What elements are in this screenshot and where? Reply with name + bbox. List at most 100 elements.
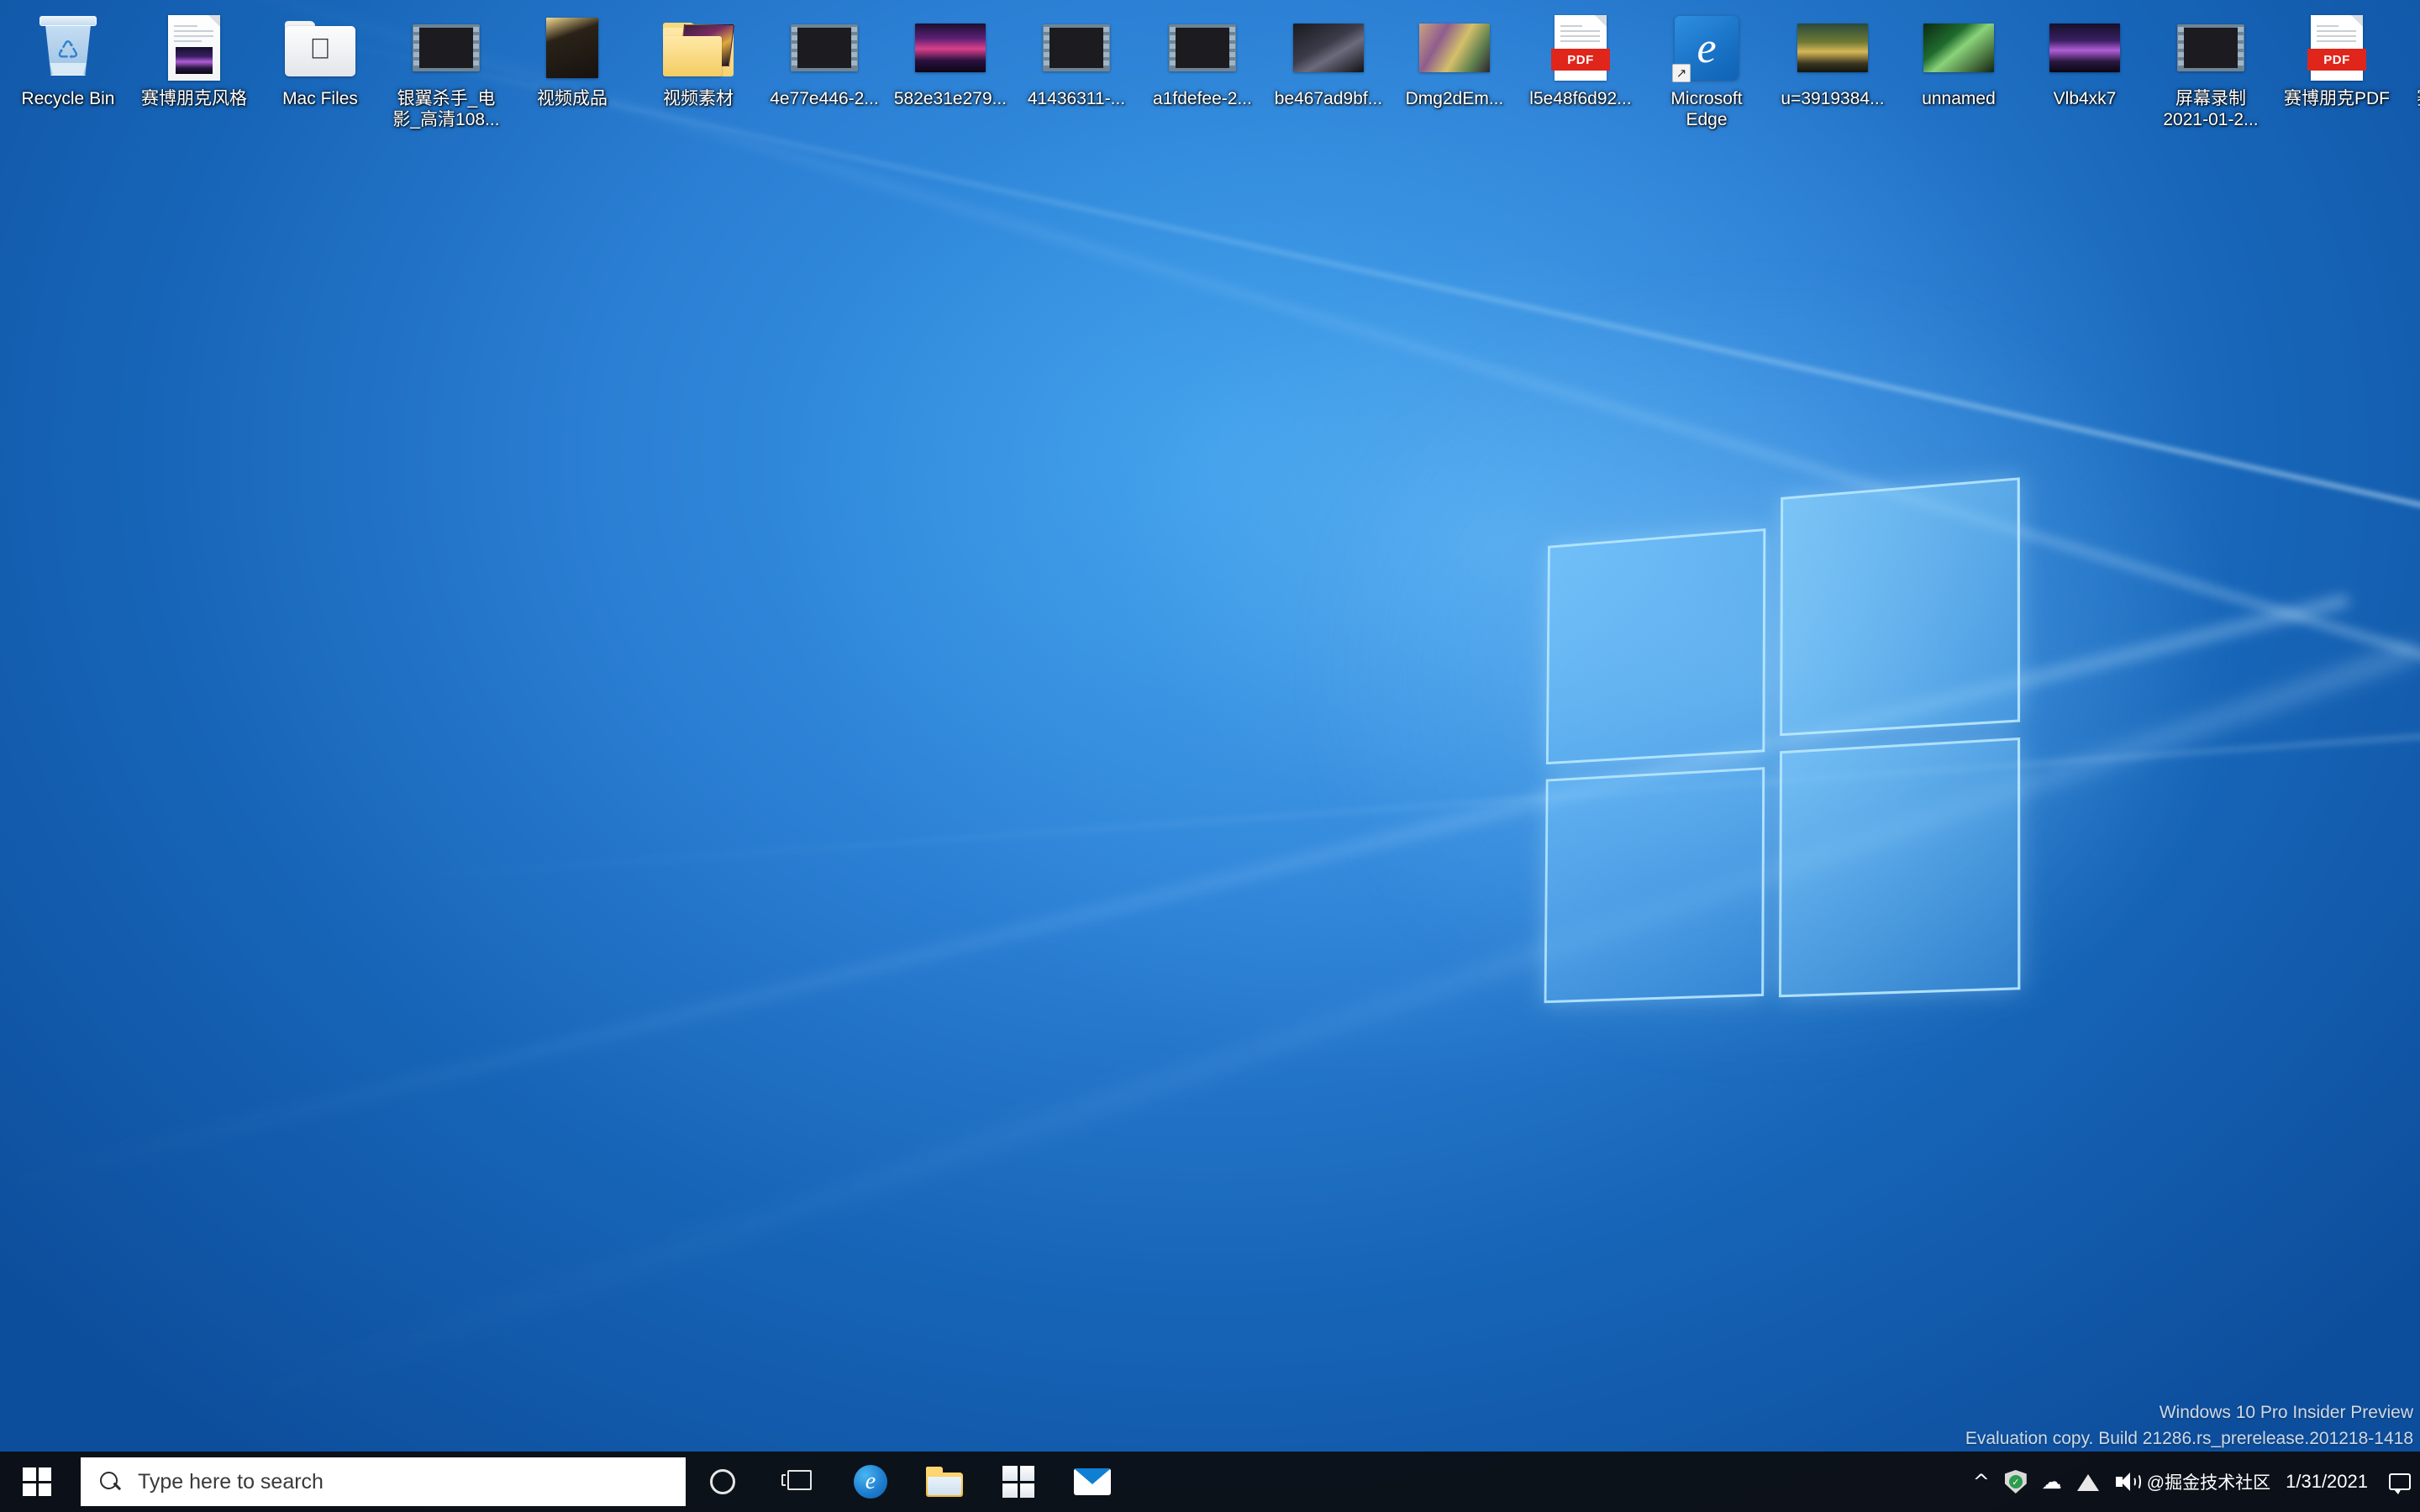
tray-network-button[interactable] <box>2070 1452 2107 1512</box>
image-file-icon <box>1923 12 1995 84</box>
clock-date: 1/31/2021 <box>2286 1470 2368 1492</box>
pdf-file-icon: PDF <box>1544 12 1617 84</box>
desktop-icon-label: 赛博朋克PDF <box>2284 89 2390 108</box>
image-file-icon <box>1418 12 1491 84</box>
desktop-icon-582e31e279-image[interactable]: 582e31e279... <box>887 5 1013 144</box>
desktop-icon-dmg2dem-image[interactable]: Dmg2dEm... <box>1392 5 1518 144</box>
apple-logo-icon:  <box>309 34 331 63</box>
video-file-icon <box>1166 12 1239 84</box>
notification-icon <box>2389 1473 2411 1494</box>
desktop-icon-be467ad9bf-image[interactable]: be467ad9bf... <box>1265 5 1392 144</box>
desktop-icon-label: unnamed <box>1922 89 1996 108</box>
desktop-icon-a1fdefee-video[interactable]: a1fdefee-2... <box>1139 5 1265 144</box>
document-thumbnail-icon <box>158 12 230 84</box>
desktop-icon-blade-runner-video[interactable]: 银翼杀手_电 影_高清108... <box>383 5 509 144</box>
desktop-icon-label: Microsoft Edge <box>1670 89 1743 129</box>
desktop-icon-label: a1fdefee-2... <box>1153 89 1252 108</box>
cortana-icon <box>710 1469 735 1494</box>
desktop-icon-l5e48f6d92-pdf[interactable]: PDF l5e48f6d92... <box>1518 5 1644 144</box>
tray-windows-security-button[interactable]: ✓ <box>1997 1452 2034 1512</box>
video-file-icon <box>410 12 482 84</box>
mac-folder-icon:  <box>284 12 356 84</box>
chevron-up-icon: ^ <box>1972 1470 1990 1494</box>
desktop-icon-label: 银翼杀手_电 影_高清108... <box>392 89 500 129</box>
windows-logo-wallpaper <box>1538 475 2040 1026</box>
image-file-icon <box>1292 12 1365 84</box>
task-view-icon <box>781 1470 812 1494</box>
edge-glyph: e <box>1697 24 1717 72</box>
desktop-icon-label: 41436311-... <box>1027 89 1126 108</box>
folder-icon <box>662 12 735 84</box>
desktop-icon-label: 视频成品 <box>537 89 608 108</box>
action-center-button[interactable] <box>2383 1452 2417 1512</box>
desktop-icon-label: Vlb4xk7 <box>2053 89 2117 108</box>
edge-icon: e <box>854 1465 887 1499</box>
desktop-icon-cyberpunk-pdf[interactable]: PDF 赛博朋克PDF <box>2274 5 2400 144</box>
desktop-icon-grid: ♺ Recycle Bin 赛博朋克风格  Mac Files <box>5 5 2420 144</box>
desktop-icon-label: 赛博朋克V1 <box>2402 89 2420 110</box>
desktop-icon-u3919384-image[interactable]: u=3919384... <box>1770 5 1896 144</box>
tray-onedrive-button[interactable]: ☁ <box>2034 1452 2070 1512</box>
desktop-icon-recycle-bin[interactable]: ♺ Recycle Bin <box>5 5 131 144</box>
windows-evaluation-watermark: Windows 10 Pro Insider Preview Evaluatio… <box>1965 1400 2413 1452</box>
taskbar-app-microsoft-edge[interactable]: e <box>834 1452 908 1512</box>
desktop-icon-mac-files[interactable]:  Mac Files <box>257 5 383 144</box>
desktop-icon-video-output-folder[interactable]: 视频成品 <box>509 5 635 144</box>
desktop-icon-label: Recycle Bin <box>21 89 115 108</box>
tray-volume-button[interactable] <box>2107 1452 2145 1512</box>
image-file-icon <box>1797 12 1869 84</box>
desktop-icon-video-material-folder[interactable]: 视频素材 <box>635 5 761 144</box>
microsoft-edge-icon: e ↗ <box>1670 12 1743 84</box>
network-icon <box>2076 1473 2099 1491</box>
clock[interactable]: 1/31/2021 <box>2275 1452 2383 1512</box>
desktop-icon-label: u=3919384... <box>1781 89 1885 108</box>
watermark-line-1: Windows 10 Pro Insider Preview <box>2159 1403 2413 1423</box>
image-file-icon <box>2049 12 2121 84</box>
screen-recording-icon <box>2175 12 2247 84</box>
book-cover-icon <box>536 12 608 84</box>
start-button[interactable] <box>0 1452 74 1512</box>
windows-logo-icon <box>23 1467 51 1496</box>
desktop-icon-cyberpunk-v1-presentation[interactable]: 赛博朋克V1 <box>2400 5 2420 144</box>
desktop-icon-label: 视频素材 <box>663 89 734 108</box>
desktop-icon-microsoft-edge[interactable]: e ↗ Microsoft Edge <box>1644 5 1770 144</box>
taskbar-app-microsoft-store[interactable] <box>981 1452 1055 1512</box>
shield-icon: ✓ <box>2004 1470 2027 1494</box>
image-file-icon <box>914 12 986 84</box>
tray-show-hidden-icons-button[interactable]: ^ <box>1965 1452 1997 1512</box>
pdf-file-icon: PDF <box>2301 12 2373 84</box>
taskbar: Type here to search e ^ ✓ ☁ @掘金技术社区 1/31… <box>0 1452 2420 1512</box>
recycle-bin-icon: ♺ <box>32 12 104 84</box>
mail-icon <box>1074 1468 1111 1495</box>
system-tray: ^ ✓ ☁ @掘金技术社区 1/31/2021 <box>1965 1452 2420 1512</box>
desktop-icon-screen-recording[interactable]: 屏幕录制 2021-01-2... <box>2148 5 2274 144</box>
desktop-icon-label: 赛博朋克风格 <box>141 89 247 108</box>
search-icon <box>97 1469 123 1494</box>
video-file-icon <box>788 12 860 84</box>
pdf-label: PDF <box>2307 49 2366 71</box>
desktop-icon-label: 582e31e279... <box>893 89 1007 108</box>
tray-watermark-text: @掘金技术社区 <box>2146 1473 2271 1493</box>
video-file-icon <box>1040 12 1113 84</box>
microsoft-store-icon <box>1002 1466 1034 1498</box>
taskbar-app-mail[interactable] <box>1055 1452 1129 1512</box>
taskbar-app-file-explorer[interactable] <box>908 1452 981 1512</box>
shortcut-arrow-icon: ↗ <box>1672 64 1691 82</box>
volume-icon <box>2114 1472 2141 1492</box>
cloud-icon: ☁ <box>2041 1470 2062 1494</box>
recycle-symbol-icon: ♺ <box>56 36 80 66</box>
desktop-icon-vlb4xk7-image[interactable]: Vlb4xk7 <box>2022 5 2148 144</box>
file-explorer-icon <box>926 1467 963 1497</box>
search-placeholder: Type here to search <box>138 1469 324 1494</box>
task-view-button[interactable] <box>760 1452 834 1512</box>
cortana-button[interactable] <box>686 1452 760 1512</box>
desktop-icon-4e77e446-video[interactable]: 4e77e446-2... <box>761 5 887 144</box>
pdf-label: PDF <box>1551 49 1610 71</box>
desktop-icon-41436311-video[interactable]: 41436311-... <box>1013 5 1139 144</box>
desktop-wallpaper[interactable] <box>0 0 2420 1512</box>
desktop-icon-label: l5e48f6d92... <box>1529 89 1632 108</box>
desktop-icon-unnamed-image[interactable]: unnamed <box>1896 5 2022 144</box>
desktop-icon-cyberpunk-style-doc[interactable]: 赛博朋克风格 <box>131 5 257 144</box>
search-input[interactable]: Type here to search <box>81 1457 686 1506</box>
desktop-icon-label: be467ad9bf... <box>1274 89 1383 108</box>
